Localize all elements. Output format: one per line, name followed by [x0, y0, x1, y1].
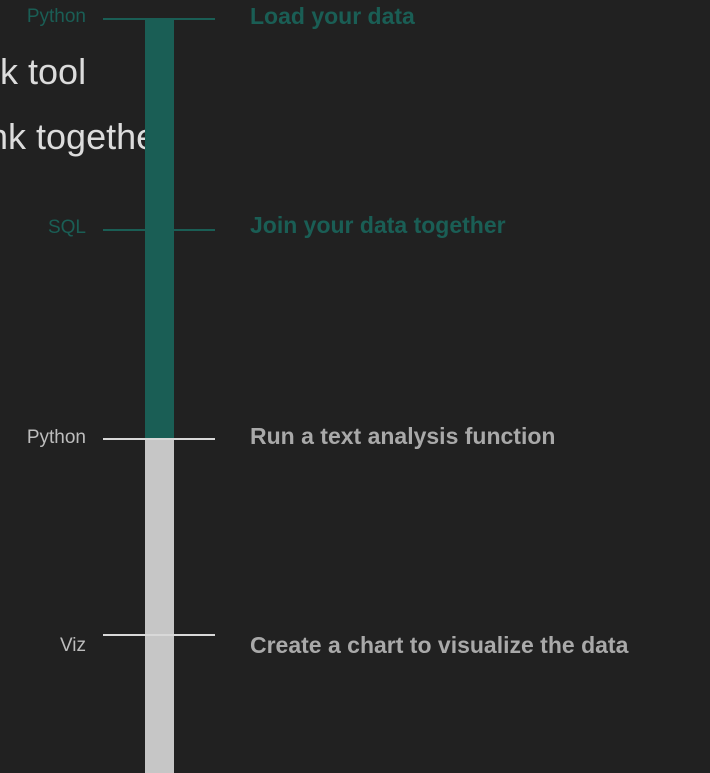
background-heading-line-2: ink together	[0, 116, 169, 157]
workflow-progress-diagram: ok tool ink together Python Load your da…	[0, 0, 710, 773]
step-4-tick	[103, 634, 215, 636]
step-2-language-label: SQL	[47, 217, 86, 238]
step-3-language-label: Python	[26, 427, 86, 448]
step-1-language-label: Python	[26, 6, 86, 27]
step-1-tick	[103, 18, 215, 20]
step-4-language-label: Viz	[59, 635, 86, 656]
step-2-title[interactable]: Join your data together	[250, 211, 506, 239]
step-3-title[interactable]: Run a text analysis function	[250, 422, 555, 450]
step-4-title[interactable]: Create a chart to visualize the data	[250, 631, 628, 659]
progress-bar-remaining	[145, 439, 174, 773]
step-3-tick	[103, 438, 215, 440]
background-heading-line-1: ok tool	[0, 51, 87, 92]
step-2-tick	[103, 229, 215, 231]
step-1-title[interactable]: Load your data	[250, 2, 415, 30]
